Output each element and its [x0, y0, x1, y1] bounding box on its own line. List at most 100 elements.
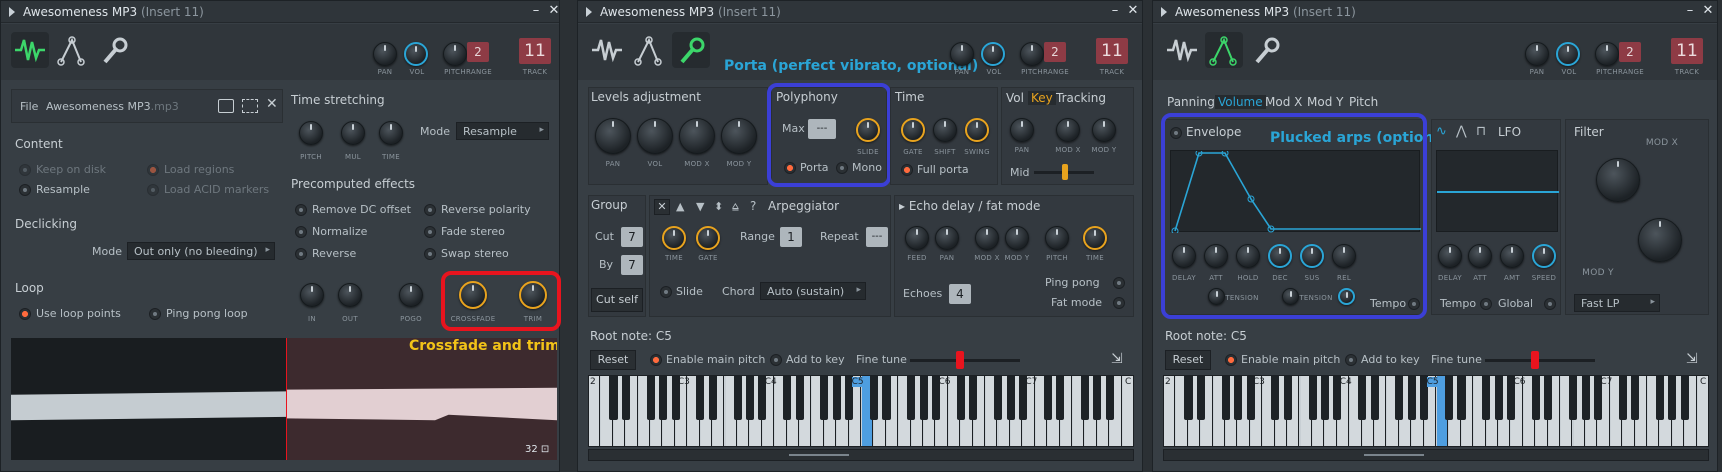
swing-knob[interactable] [965, 118, 989, 142]
black-key[interactable] [1234, 376, 1243, 420]
pan-knob[interactable] [1525, 42, 1549, 66]
sampler-tab-icon[interactable] [588, 32, 626, 68]
track-display[interactable]: 11 [519, 38, 551, 64]
black-key[interactable] [745, 376, 755, 420]
black-key[interactable] [956, 376, 965, 420]
cut-self-button[interactable]: Cut self [591, 288, 643, 312]
arp-updown-icon[interactable]: ⬍ [714, 200, 723, 213]
crossfade-knob[interactable] [459, 281, 487, 309]
window-menu-icon[interactable] [586, 7, 592, 17]
echo-modx-knob[interactable] [975, 226, 999, 250]
keep-on-disk-radio[interactable] [19, 164, 31, 176]
trim-knob[interactable] [519, 281, 547, 309]
black-key[interactable] [1320, 376, 1330, 420]
resample-radio[interactable] [19, 184, 31, 196]
black-key[interactable] [1196, 376, 1205, 420]
tension-knob-3[interactable] [1338, 288, 1355, 305]
black-key[interactable] [609, 376, 618, 420]
black-key[interactable] [1006, 376, 1015, 420]
pan-knob[interactable] [950, 42, 974, 66]
lfo-triangle-icon[interactable]: ⋀ [1456, 124, 1467, 139]
ts-pitch-knob[interactable] [299, 121, 323, 145]
remove-dc-radio[interactable] [295, 204, 307, 216]
wrench-tab-icon[interactable] [95, 32, 133, 68]
envelope-tab-icon[interactable] [630, 32, 668, 68]
tracking-tab-key[interactable]: Key [1028, 91, 1056, 105]
sampler-tab-icon[interactable] [11, 32, 49, 68]
use-loop-points-radio[interactable] [19, 308, 31, 320]
level-vol-knob[interactable] [637, 118, 673, 154]
black-key[interactable] [1370, 376, 1379, 420]
filter-mody-knob[interactable] [1638, 218, 1682, 262]
black-key[interactable] [1184, 376, 1193, 420]
envelope-graph[interactable] [1170, 149, 1421, 235]
level-modx-knob[interactable] [679, 118, 715, 154]
envelope-toggle[interactable] [1170, 127, 1182, 139]
hold-knob[interactable] [1236, 244, 1260, 268]
fine-tune-thumb[interactable] [1531, 351, 1539, 369]
dec-knob[interactable] [1268, 244, 1292, 268]
piano-scrollbar[interactable] [1163, 449, 1709, 461]
lfo-amt-knob[interactable] [1500, 244, 1524, 268]
ts-time-knob[interactable] [379, 121, 403, 145]
gate-knob[interactable] [901, 118, 925, 142]
black-key[interactable] [1093, 376, 1102, 420]
echo-pitch-knob[interactable] [1045, 226, 1069, 250]
normalize-radio[interactable] [295, 226, 307, 238]
arp-off-button[interactable]: ✕ [654, 199, 670, 215]
feed-knob[interactable] [905, 226, 929, 250]
lfo-graph[interactable] [1436, 150, 1559, 232]
shift-knob[interactable] [933, 118, 957, 142]
black-key[interactable] [1457, 376, 1466, 420]
ts-mode-select[interactable]: Resample [456, 122, 549, 140]
arp-range-value[interactable]: 1 [780, 227, 802, 247]
lfo-speed-knob[interactable] [1532, 244, 1556, 268]
fine-tune-slider[interactable] [910, 359, 1020, 362]
black-key[interactable] [969, 376, 978, 420]
pitch-range-display[interactable]: 2 [1619, 42, 1641, 62]
filter-type-select[interactable]: Fast LP [1574, 294, 1660, 312]
loop-start-marker[interactable] [286, 338, 287, 460]
arp-time-knob[interactable] [662, 226, 686, 250]
rel-knob[interactable] [1332, 244, 1356, 268]
reverse-polarity-radio[interactable] [424, 204, 436, 216]
arp-gate-knob[interactable] [696, 226, 720, 250]
piano-scroll-icon[interactable]: ⇲ [1686, 351, 1698, 367]
slide-knob[interactable] [856, 118, 880, 142]
max-value[interactable]: --- [808, 119, 836, 139]
level-pan-knob[interactable] [595, 118, 631, 154]
black-key[interactable] [919, 376, 928, 420]
title-bar[interactable]: Awesomeness MP3 (Insert 11) – ✕ [1, 1, 559, 23]
close-icon[interactable]: ✕ [1701, 3, 1715, 18]
arp-random-icon[interactable]: ? [750, 199, 756, 213]
black-key[interactable] [1482, 376, 1491, 420]
black-key[interactable] [1494, 376, 1503, 420]
track-display[interactable]: 11 [1671, 38, 1703, 64]
chord-select[interactable]: Auto (sustain) [760, 282, 866, 300]
ping-pong-radio[interactable] [1113, 277, 1125, 289]
minimize-icon[interactable]: – [529, 3, 543, 18]
arp-repeat-value[interactable]: --- [866, 227, 888, 247]
track-pan-knob[interactable] [1010, 118, 1034, 142]
vol-knob[interactable] [1556, 42, 1580, 66]
black-key[interactable] [907, 376, 916, 420]
lfo-square-icon[interactable]: ⊓ [1476, 124, 1486, 139]
fade-stereo-radio[interactable] [424, 226, 436, 238]
add-to-key-radio[interactable] [1345, 354, 1357, 366]
black-key[interactable] [659, 376, 668, 420]
reset-button[interactable]: Reset [590, 350, 636, 370]
by-value[interactable]: 7 [621, 255, 643, 275]
delay-knob[interactable] [1172, 244, 1196, 268]
lfo-global-radio[interactable] [1544, 298, 1556, 310]
load-acid-radio[interactable] [147, 184, 159, 196]
echo-pan-knob[interactable] [935, 226, 959, 250]
black-key[interactable] [696, 376, 705, 420]
arp-slide-radio[interactable] [660, 286, 672, 298]
pitch-knob[interactable] [1595, 42, 1619, 66]
black-key[interactable] [733, 376, 742, 420]
black-key[interactable] [1631, 376, 1640, 420]
black-key[interactable] [1445, 376, 1454, 420]
out-knob[interactable] [338, 283, 362, 307]
black-key[interactable] [1056, 376, 1065, 420]
pitch-knob[interactable] [443, 42, 467, 66]
